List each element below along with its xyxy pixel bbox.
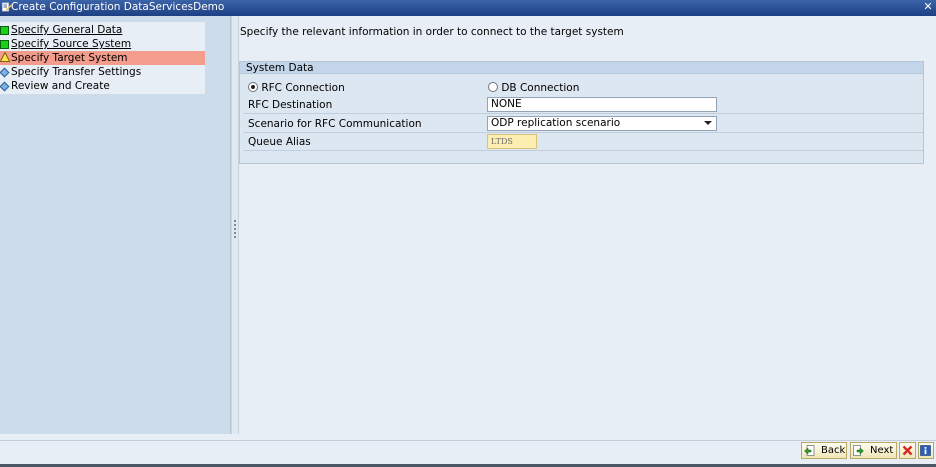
step-item-general-data[interactable]: Specify General Data bbox=[0, 23, 205, 37]
splitter-grip-icon[interactable] bbox=[234, 220, 236, 240]
cancel-button[interactable] bbox=[899, 442, 916, 459]
next-button[interactable]: Next bbox=[850, 442, 897, 459]
queue-alias-row: Queue Alias LTDS bbox=[243, 134, 923, 151]
close-icon[interactable]: ✕ bbox=[923, 1, 933, 12]
green-square-icon bbox=[0, 26, 9, 35]
rfc-destination-input[interactable]: NONE bbox=[487, 97, 717, 112]
row-divider bbox=[243, 132, 923, 133]
next-arrow-icon bbox=[853, 445, 864, 456]
radio-unselected-icon[interactable] bbox=[488, 82, 498, 92]
group-title: System Data bbox=[240, 62, 923, 74]
field-label: Scenario for RFC Communication bbox=[248, 118, 422, 130]
step-navigation-pane: Specify General Data Specify Source Syst… bbox=[0, 16, 231, 434]
instruction-text: Specify the relevant information in orde… bbox=[240, 26, 624, 38]
back-label: Back bbox=[821, 445, 846, 456]
step-label: Specify Target System bbox=[11, 52, 128, 64]
db-connection-radio[interactable]: DB Connection bbox=[488, 82, 579, 94]
pane-splitter[interactable] bbox=[231, 16, 239, 434]
radio-label: RFC Connection bbox=[261, 82, 345, 94]
step-label: Specify General Data bbox=[11, 24, 123, 36]
rfc-connection-radio[interactable]: RFC Connection bbox=[248, 82, 345, 94]
step-item-target-system[interactable]: Specify Target System bbox=[0, 51, 205, 65]
dropdown-arrow-icon[interactable] bbox=[704, 121, 712, 125]
radio-selected-icon[interactable] bbox=[248, 82, 258, 92]
warning-icon bbox=[0, 52, 10, 62]
scenario-row: Scenario for RFC Communication ODP repli… bbox=[243, 116, 923, 133]
scenario-select[interactable]: ODP replication scenario bbox=[487, 116, 717, 131]
window-title: Create Configuration DataServicesDemo bbox=[11, 1, 225, 13]
step-item-review-create[interactable]: Review and Create bbox=[0, 79, 205, 93]
field-label: RFC Destination bbox=[248, 99, 333, 111]
queue-alias-field: LTDS bbox=[487, 134, 537, 149]
field-label: Queue Alias bbox=[248, 136, 311, 148]
diamond-icon bbox=[0, 81, 10, 92]
window-title-bar: Create Configuration DataServicesDemo ✕ bbox=[0, 0, 936, 16]
next-label: Next bbox=[870, 445, 894, 456]
back-arrow-icon bbox=[804, 445, 815, 456]
cancel-x-icon bbox=[902, 445, 913, 456]
back-button[interactable]: Back bbox=[801, 442, 847, 459]
diamond-icon bbox=[0, 67, 10, 78]
row-divider bbox=[243, 113, 923, 114]
step-label: Specify Source System bbox=[11, 38, 132, 50]
step-label: Specify Transfer Settings bbox=[11, 66, 142, 78]
step-label: Review and Create bbox=[11, 80, 110, 92]
radio-label: DB Connection bbox=[501, 82, 580, 94]
step-item-transfer-settings[interactable]: Specify Transfer Settings bbox=[0, 65, 205, 79]
rfc-destination-row: RFC Destination NONE bbox=[243, 97, 923, 114]
info-icon bbox=[920, 445, 931, 456]
step-list: Specify General Data Specify Source Syst… bbox=[0, 22, 205, 94]
step-item-source-system[interactable]: Specify Source System bbox=[0, 37, 205, 51]
green-square-icon bbox=[0, 40, 9, 49]
info-button[interactable] bbox=[918, 442, 934, 459]
scenario-value: ODP replication scenario bbox=[491, 117, 621, 129]
bottom-toolbar: Back Next bbox=[0, 440, 936, 467]
system-data-group: System Data RFC Connection DB Connection… bbox=[239, 61, 924, 164]
row-divider bbox=[243, 150, 923, 151]
